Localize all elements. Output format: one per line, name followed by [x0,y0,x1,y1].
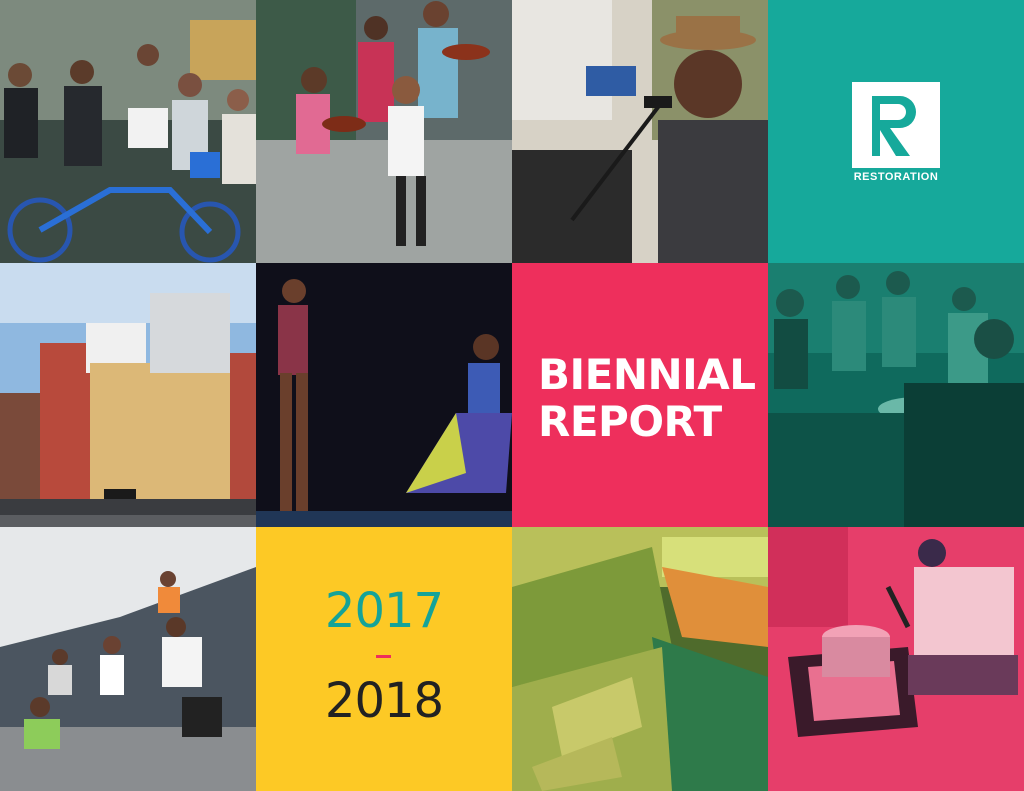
report-title: BIENNIAL REPORT [538,351,764,445]
report-cover: RESTORATION BIENNIAL REPORT 2017 2018 [0,0,1024,791]
photo-apartment-building [0,263,256,527]
logo-wordmark: RESTORATION [853,171,939,183]
r-logo-icon [872,96,916,156]
photo-students-meeting [768,263,1024,527]
photo-citibike-group [0,0,256,263]
photo-farmers-market-produce [512,527,768,791]
title-line-2: REPORT [538,397,722,446]
title-line-1: BIENNIAL [538,350,756,399]
restoration-logo-tile: RESTORATION [768,0,1024,263]
title-tile: BIENNIAL REPORT [512,263,768,527]
photo-sidewalk-work [768,527,1024,791]
years-tile: 2017 2018 [256,527,512,791]
year-end: 2018 [324,673,444,729]
logo-mark [852,82,940,168]
photo-fitness-class [0,527,256,791]
year-separator [376,655,391,658]
photo-young-violinists [256,0,512,263]
year-start: 2017 [324,583,444,639]
photo-dancers [256,263,512,527]
photo-singer [512,0,768,263]
